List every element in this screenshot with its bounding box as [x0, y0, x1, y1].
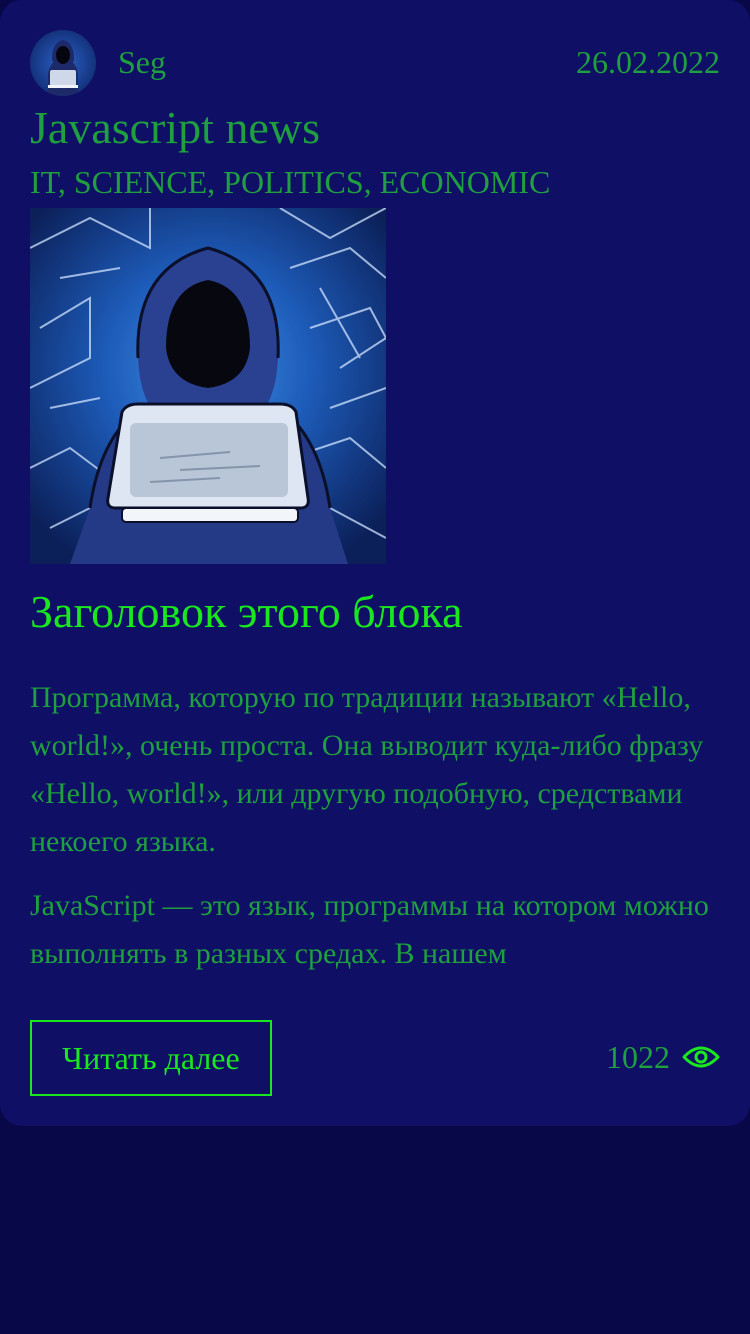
block-heading: Заголовок этого блока: [30, 586, 463, 637]
news-card: Seg 26.02.2022 Javascript news IT, SCIEN…: [0, 0, 750, 1126]
eye-icon: [682, 1046, 720, 1068]
views-counter: 1022: [606, 1034, 720, 1080]
views-count: 1022: [606, 1039, 670, 1075]
hacker-avatar-icon: [48, 40, 78, 96]
read-more-button[interactable]: Читать далее: [30, 1020, 272, 1096]
excerpt-paragraph: Программа, которую по традиции называют …: [30, 681, 704, 858]
post-excerpt: Программа, которую по традиции называют …: [30, 674, 720, 974]
post-date: 26.02.2022: [576, 44, 720, 80]
excerpt-paragraph: JavaScript — это язык, программы на кото…: [30, 889, 709, 970]
hooded-hacker-illustration: [30, 208, 386, 564]
post-tags: IT, SCIENCE, POLITICS, ECONOMIC: [30, 164, 551, 200]
author-name[interactable]: Seg: [118, 42, 166, 82]
post-image: [30, 208, 386, 564]
post-title: Javascript news: [30, 102, 320, 153]
author-avatar[interactable]: [30, 30, 96, 96]
card-header: Seg 26.02.2022: [30, 30, 720, 96]
